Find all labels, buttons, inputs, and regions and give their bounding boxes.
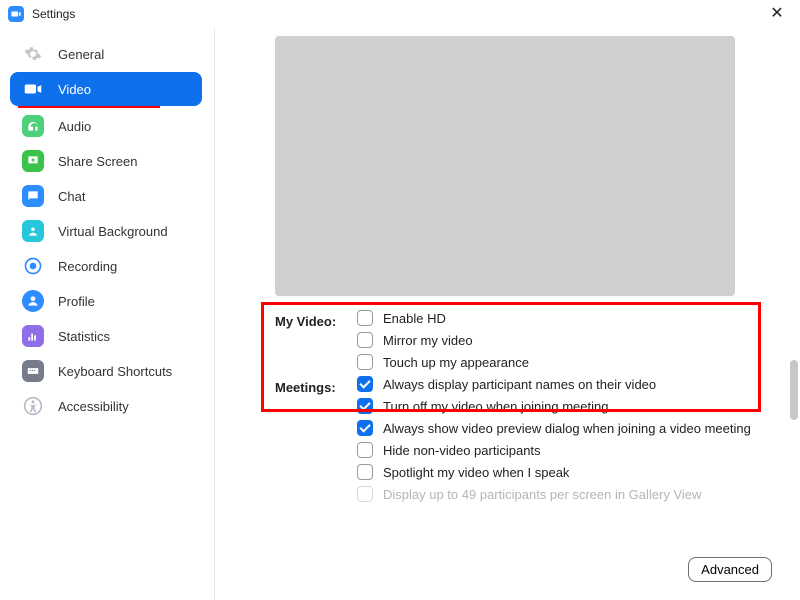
sidebar-item-general[interactable]: General bbox=[10, 37, 202, 71]
section-meetings-label: Meetings: bbox=[275, 376, 357, 502]
advanced-button[interactable]: Advanced bbox=[688, 557, 772, 582]
checkbox[interactable] bbox=[357, 310, 373, 326]
checkbox[interactable] bbox=[357, 442, 373, 458]
option-label: Hide non-video participants bbox=[383, 443, 541, 458]
gear-icon bbox=[22, 43, 44, 65]
chat-icon bbox=[22, 185, 44, 207]
sidebar-item-label: Profile bbox=[58, 294, 95, 309]
content-pane: My Video: Enable HD Mirror my video Touc… bbox=[215, 28, 800, 600]
sidebar-item-accessibility[interactable]: Accessibility bbox=[10, 389, 202, 423]
option-label: Touch up my appearance bbox=[383, 355, 529, 370]
video-preview bbox=[275, 36, 735, 296]
sidebar-item-video[interactable]: Video bbox=[10, 72, 202, 106]
option-hide-nonvideo[interactable]: Hide non-video participants bbox=[357, 442, 751, 458]
checkbox[interactable] bbox=[357, 376, 373, 392]
sidebar-item-label: Recording bbox=[58, 259, 117, 274]
titlebar: Settings ✕ bbox=[0, 0, 800, 28]
image-icon bbox=[22, 220, 44, 242]
headphones-icon bbox=[22, 115, 44, 137]
checkbox[interactable] bbox=[357, 398, 373, 414]
video-icon bbox=[22, 78, 44, 100]
stats-icon bbox=[22, 325, 44, 347]
close-button[interactable]: ✕ bbox=[762, 6, 792, 22]
sidebar-item-label: Virtual Background bbox=[58, 224, 168, 239]
sidebar: General Video Audio Share Screen bbox=[0, 28, 215, 600]
option-label: Display up to 49 participants per screen… bbox=[383, 487, 701, 502]
sidebar-item-chat[interactable]: Chat bbox=[10, 179, 202, 213]
option-label: Spotlight my video when I speak bbox=[383, 465, 569, 480]
option-label: Always display participant names on thei… bbox=[383, 377, 656, 392]
option-label: Enable HD bbox=[383, 311, 446, 326]
sidebar-item-label: Share Screen bbox=[58, 154, 138, 169]
sidebar-item-share-screen[interactable]: Share Screen bbox=[10, 144, 202, 178]
keyboard-icon bbox=[22, 360, 44, 382]
checkbox[interactable] bbox=[357, 354, 373, 370]
checkbox[interactable] bbox=[357, 464, 373, 480]
accessibility-icon bbox=[22, 395, 44, 417]
close-icon: ✕ bbox=[770, 5, 783, 22]
option-display-names[interactable]: Always display participant names on thei… bbox=[357, 376, 751, 392]
share-icon bbox=[22, 150, 44, 172]
sidebar-item-audio[interactable]: Audio bbox=[10, 109, 202, 143]
option-enable-hd[interactable]: Enable HD bbox=[357, 310, 529, 326]
app-icon bbox=[8, 6, 24, 22]
window-title: Settings bbox=[32, 7, 75, 21]
section-my-video-label: My Video: bbox=[275, 310, 357, 370]
sidebar-item-label: General bbox=[58, 47, 104, 62]
sidebar-item-recording[interactable]: Recording bbox=[10, 249, 202, 283]
sidebar-item-profile[interactable]: Profile bbox=[10, 284, 202, 318]
option-49-participants: Display up to 49 participants per screen… bbox=[357, 486, 751, 502]
record-icon bbox=[22, 255, 44, 277]
sidebar-item-label: Accessibility bbox=[58, 399, 129, 414]
user-icon bbox=[22, 290, 44, 312]
sidebar-item-statistics[interactable]: Statistics bbox=[10, 319, 202, 353]
option-label: Turn off my video when joining meeting bbox=[383, 399, 608, 414]
checkbox[interactable] bbox=[357, 332, 373, 348]
scrollbar[interactable] bbox=[790, 360, 798, 420]
option-show-preview[interactable]: Always show video preview dialog when jo… bbox=[357, 420, 751, 436]
sidebar-item-label: Video bbox=[58, 82, 91, 97]
sidebar-item-label: Chat bbox=[58, 189, 85, 204]
sidebar-item-label: Keyboard Shortcuts bbox=[58, 364, 172, 379]
checkbox[interactable] bbox=[357, 420, 373, 436]
option-mirror-video[interactable]: Mirror my video bbox=[357, 332, 529, 348]
sidebar-item-keyboard-shortcuts[interactable]: Keyboard Shortcuts bbox=[10, 354, 202, 388]
option-touch-up[interactable]: Touch up my appearance bbox=[357, 354, 529, 370]
sidebar-item-virtual-background[interactable]: Virtual Background bbox=[10, 214, 202, 248]
sidebar-item-label: Audio bbox=[58, 119, 91, 134]
option-spotlight[interactable]: Spotlight my video when I speak bbox=[357, 464, 751, 480]
option-label: Always show video preview dialog when jo… bbox=[383, 421, 751, 436]
checkbox bbox=[357, 486, 373, 502]
option-turn-off-video[interactable]: Turn off my video when joining meeting bbox=[357, 398, 751, 414]
sidebar-item-label: Statistics bbox=[58, 329, 110, 344]
option-label: Mirror my video bbox=[383, 333, 473, 348]
